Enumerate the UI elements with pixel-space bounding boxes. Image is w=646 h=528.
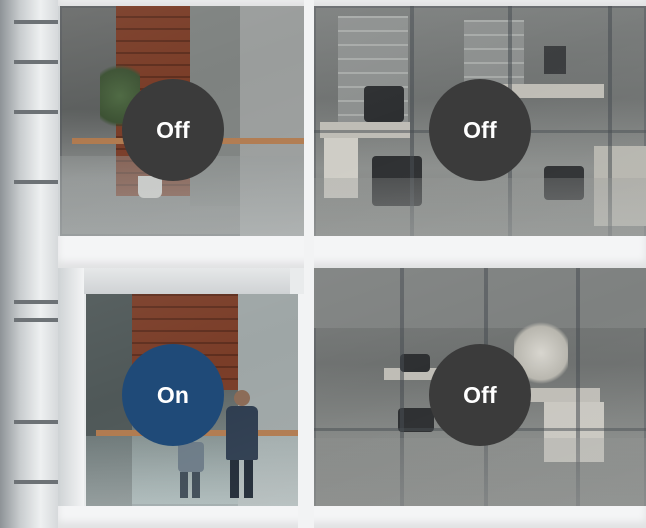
toggle-lower-right-room[interactable]: Off	[429, 344, 531, 446]
toggle-lower-left-room[interactable]: On	[122, 344, 224, 446]
bottom-slab	[58, 506, 646, 528]
floor-slab	[58, 236, 646, 268]
toggle-upper-right-room[interactable]: Off	[429, 79, 531, 181]
building-cutaway-scene: Off Off On Off	[0, 0, 646, 528]
toggle-label: Off	[463, 116, 497, 143]
lower-mullion	[298, 294, 314, 528]
toggle-upper-left-room[interactable]: Off	[122, 79, 224, 181]
toggle-label: On	[156, 381, 190, 408]
left-building-column	[0, 0, 58, 528]
toggle-label: Off	[463, 381, 497, 408]
toggle-label: Off	[156, 116, 190, 143]
slab-underside	[84, 268, 290, 294]
